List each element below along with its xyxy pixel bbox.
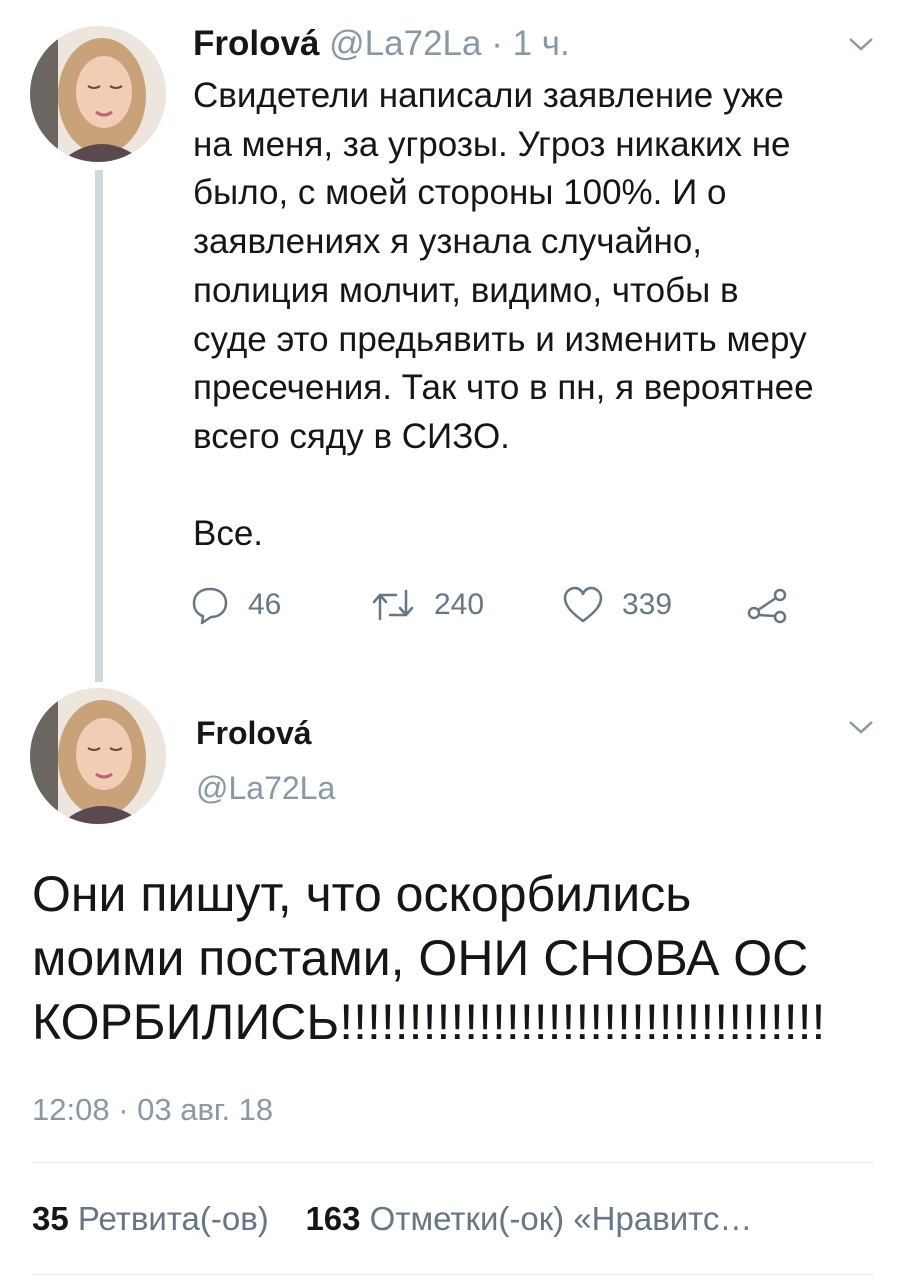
reply-icon: [192, 587, 228, 625]
tweet-stats: 35 Ретвита(-ов) 163 Отметки(-ок) «Нравит…: [32, 1200, 872, 1238]
avatar[interactable]: [30, 26, 166, 162]
divider: [32, 1162, 873, 1163]
divider: [32, 1274, 873, 1275]
tweet-line: КОРБИЛИСЬ!!!!!!!!!!!!!!!!!!!!!!!!!!!!!!!…: [32, 994, 826, 1050]
like-button[interactable]: 339: [562, 585, 672, 625]
tweet-age[interactable]: 1 ч.: [513, 24, 570, 63]
tweet-timestamp: 12:08 · 03 авг. 18: [32, 1092, 274, 1127]
like-count: 339: [622, 588, 673, 621]
reply-button[interactable]: 46: [190, 585, 281, 625]
retweets-stat[interactable]: 35 Ретвита(-ов): [32, 1200, 269, 1237]
author-handle[interactable]: @La72La: [196, 770, 335, 807]
tweet-line: заявлениях я узнала случайно,: [193, 222, 703, 262]
author-name[interactable]: Frolová: [196, 715, 312, 752]
author-name[interactable]: Frolová: [193, 24, 319, 63]
thread-line: [95, 170, 103, 682]
tweet-line: было, с моей стороны 100%. И о: [193, 173, 727, 213]
header-separator: ·: [481, 24, 513, 63]
share-icon: [747, 588, 787, 624]
tweet-line: суде это предьявить и изменить меру: [193, 319, 807, 359]
tweet-line: полиция молчит, видимо, чтобы в: [193, 270, 739, 310]
tweet-line: Они пишут, что оскорбились: [32, 866, 692, 922]
like-label: Отметки(-ок) «Нравитс…: [369, 1200, 753, 1237]
retweet-total: 35: [32, 1200, 69, 1237]
tweet-text: Свидетели написали заявление уже на меня…: [193, 72, 873, 558]
tweet-text: Они пишут, что оскорбились моими постами…: [32, 862, 882, 1054]
tweet-line: Все.: [193, 513, 264, 553]
retweet-button[interactable]: 240: [370, 585, 484, 625]
avatar[interactable]: [30, 688, 166, 824]
tweet-line: пресечения. Так что в пн, я вероятнее: [193, 368, 814, 408]
likes-stat[interactable]: 163 Отметки(-ок) «Нравитс…: [305, 1200, 752, 1237]
like-total: 163: [305, 1200, 361, 1237]
tweet-line: всего сяду в СИЗО.: [193, 416, 510, 456]
chevron-down-icon[interactable]: [847, 717, 875, 737]
tweet-line: Свидетели написали заявление уже: [193, 76, 784, 115]
retweet-icon: [372, 589, 414, 621]
tweet-header: Frolová @La72La · 1 ч.: [193, 24, 570, 64]
tweet-line: на меня, за угрозы. Угроз никаких не: [193, 124, 791, 164]
tweet-line: моими постами, ОНИ СНОВА ОС: [32, 930, 809, 986]
retweet-label: Ретвита(-ов): [77, 1200, 269, 1237]
retweet-count: 240: [434, 588, 485, 621]
author-handle[interactable]: @La72La: [329, 24, 481, 63]
heart-icon: [563, 586, 603, 623]
chevron-down-icon[interactable]: [847, 34, 875, 54]
reply-count: 46: [248, 588, 282, 621]
share-button[interactable]: [746, 585, 790, 625]
